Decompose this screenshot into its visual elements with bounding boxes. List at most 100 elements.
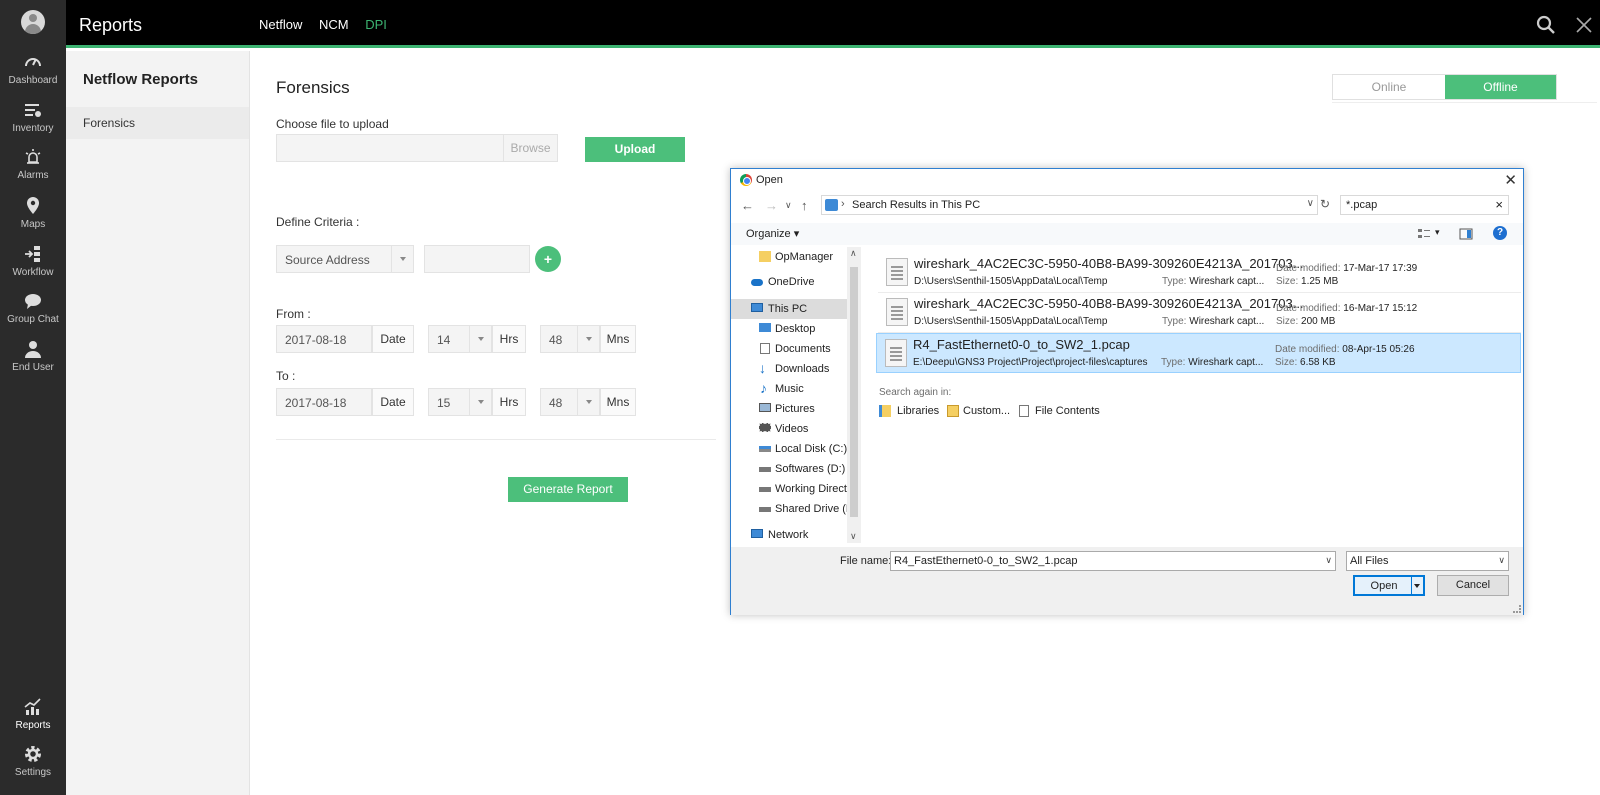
up-arrow-icon[interactable]: ↑	[801, 198, 808, 213]
scroll-thumb[interactable]	[850, 267, 858, 517]
from-hour-select[interactable]: 14	[428, 325, 492, 353]
dialog-close-icon[interactable]: ✕	[1504, 171, 1517, 189]
rail-item-alarms[interactable]: Alarms	[0, 147, 66, 193]
view-dropdown-icon[interactable]: ▾	[1435, 227, 1440, 238]
to-min-select[interactable]: 48	[540, 388, 600, 416]
back-arrow-icon[interactable]: ←	[741, 198, 754, 213]
tab-netflow[interactable]: Netflow	[259, 17, 302, 32]
open-options-dropdown[interactable]	[1411, 577, 1423, 594]
file-contents-link[interactable]: File Contents	[1019, 405, 1100, 417]
nav-scrollbar[interactable]: ∧ ∨	[847, 247, 861, 543]
rail-item-settings[interactable]: Settings	[0, 744, 66, 790]
close-icon[interactable]	[1574, 15, 1594, 35]
open-button[interactable]: Open	[1353, 575, 1425, 596]
recent-locations-icon[interactable]: ∨	[785, 200, 792, 211]
nav-item-softwares-d[interactable]: Softwares (D:)	[731, 459, 847, 479]
address-bar[interactable]: › Search Results in This PC ∨	[821, 195, 1318, 215]
dialog-search-input[interactable]: *.pcap ×	[1340, 195, 1509, 215]
filename-input[interactable]: R4_FastEthernet0-0_to_SW2_1.pcap ∨	[890, 551, 1336, 571]
nav-item-videos[interactable]: Videos	[731, 419, 847, 439]
chevron-down-icon	[577, 389, 599, 415]
desktop-icon	[759, 323, 771, 332]
nav-item-pictures[interactable]: Pictures	[731, 399, 847, 419]
nav-item-working-directory[interactable]: Working Directo	[731, 479, 853, 499]
chevron-down-icon	[577, 326, 599, 352]
file-row[interactable]: wireshark_4AC2EC3C-5950-40B8-BA99-309260…	[878, 293, 1521, 333]
offline-toggle-button[interactable]: Offline	[1445, 75, 1556, 99]
nav-label: Desktop	[775, 323, 816, 335]
forward-arrow-icon[interactable]: →	[765, 198, 778, 213]
nav-item-local-disk-c[interactable]: Local Disk (C:)	[731, 439, 847, 459]
upload-button[interactable]: Upload	[585, 137, 685, 162]
clear-search-icon[interactable]: ×	[1495, 197, 1503, 212]
nav-item-shared-drive-f[interactable]: Shared Drive (F:)	[731, 499, 859, 519]
rail-item-maps[interactable]: Maps	[0, 196, 66, 242]
cancel-button[interactable]: Cancel	[1437, 575, 1509, 596]
to-hour-select[interactable]: 15	[428, 388, 492, 416]
app-title: Reports	[79, 15, 143, 35]
submenu-item-forensics[interactable]: Forensics	[66, 107, 249, 139]
nav-item-desktop[interactable]: Desktop	[731, 319, 847, 339]
filetype-value: All Files	[1350, 555, 1389, 567]
from-min-select[interactable]: 48	[540, 325, 600, 353]
nav-item-music[interactable]: ♪ Music	[731, 379, 847, 399]
nav-item-network[interactable]: Network	[731, 525, 847, 545]
organize-menu[interactable]: Organize ▾	[746, 227, 799, 240]
organize-label: Organize	[746, 228, 791, 240]
nav-item-onedrive[interactable]: OneDrive	[731, 272, 847, 292]
breadcrumb-separator-icon: ›	[841, 198, 845, 210]
chevron-down-icon[interactable]: ∨	[1325, 555, 1332, 566]
browse-button[interactable]: Browse	[503, 135, 557, 162]
tab-dpi[interactable]: DPI	[365, 17, 387, 32]
add-criteria-button[interactable]: +	[535, 246, 561, 272]
filename-value: R4_FastEthernet0-0_to_SW2_1.pcap	[894, 555, 1078, 567]
online-toggle-button[interactable]: Online	[1333, 75, 1445, 99]
file-date: 08-Apr-15 05:26	[1342, 344, 1415, 355]
scroll-up-icon[interactable]: ∧	[850, 248, 857, 259]
libraries-link[interactable]: Libraries	[879, 405, 939, 417]
file-path: E:\Deepu\GNS3 Project\Project\project-fi…	[913, 357, 1148, 368]
user-icon	[25, 341, 41, 358]
rail-item-group-chat[interactable]: Group Chat	[0, 291, 66, 337]
rail-item-inventory[interactable]: Inventory	[0, 100, 66, 146]
search-icon[interactable]	[1536, 15, 1556, 35]
generate-report-button[interactable]: Generate Report	[508, 477, 628, 502]
file-size: 1.25 MB	[1301, 276, 1339, 287]
download-icon: ↓	[759, 360, 766, 376]
chevron-down-icon[interactable]: ∨	[1307, 198, 1314, 209]
address-text: Search Results in This PC	[852, 199, 981, 211]
custom-link[interactable]: Custom...	[947, 405, 1010, 417]
from-date-input[interactable]: 2017-08-18	[276, 325, 372, 353]
rail-item-dashboard[interactable]: Dashboard	[0, 52, 66, 98]
preview-pane-icon[interactable]	[1459, 227, 1473, 241]
reports-icon	[24, 698, 41, 715]
file-date: 16-Mar-17 15:12	[1343, 303, 1418, 314]
rail-item-reports[interactable]: Reports	[0, 697, 66, 743]
user-avatar-icon[interactable]	[21, 10, 45, 34]
nav-item-downloads[interactable]: ↓ Downloads	[731, 359, 847, 379]
nav-item-documents[interactable]: Documents	[731, 339, 847, 359]
nav-item-this-pc[interactable]: This PC	[731, 299, 847, 319]
rail-label: Maps	[20, 219, 46, 230]
refresh-icon[interactable]: ↻	[1320, 197, 1330, 211]
criteria-value-input[interactable]	[424, 245, 530, 273]
resize-grip[interactable]	[1513, 605, 1521, 613]
folder-icon	[759, 251, 771, 262]
file-path-input[interactable]: Browse	[276, 134, 558, 162]
rail-item-end-user[interactable]: End User	[0, 339, 66, 385]
navigation-pane: OpManager OneDrive This PC Desktop Docum…	[731, 247, 861, 543]
file-row[interactable]: wireshark_4AC2EC3C-5950-40B8-BA99-309260…	[878, 253, 1521, 293]
tab-ncm[interactable]: NCM	[319, 17, 349, 32]
rail-item-workflow[interactable]: Workflow	[0, 244, 66, 290]
file-row-selected[interactable]: R4_FastEthernet0-0_to_SW2_1.pcap E:\Deep…	[876, 333, 1521, 373]
scroll-down-icon[interactable]: ∨	[850, 531, 857, 542]
nav-item-opmanager[interactable]: OpManager	[731, 247, 847, 267]
to-date-input[interactable]: 2017-08-18	[276, 388, 372, 416]
criteria-select[interactable]: Source Address	[276, 245, 414, 273]
filetype-select[interactable]: All Files ∨	[1346, 551, 1509, 571]
view-options-icon[interactable]	[1417, 227, 1431, 241]
chevron-down-icon	[469, 389, 491, 415]
help-icon[interactable]: ?	[1493, 226, 1507, 240]
search-query: *.pcap	[1346, 199, 1378, 211]
open-button-label: Open	[1370, 580, 1398, 592]
